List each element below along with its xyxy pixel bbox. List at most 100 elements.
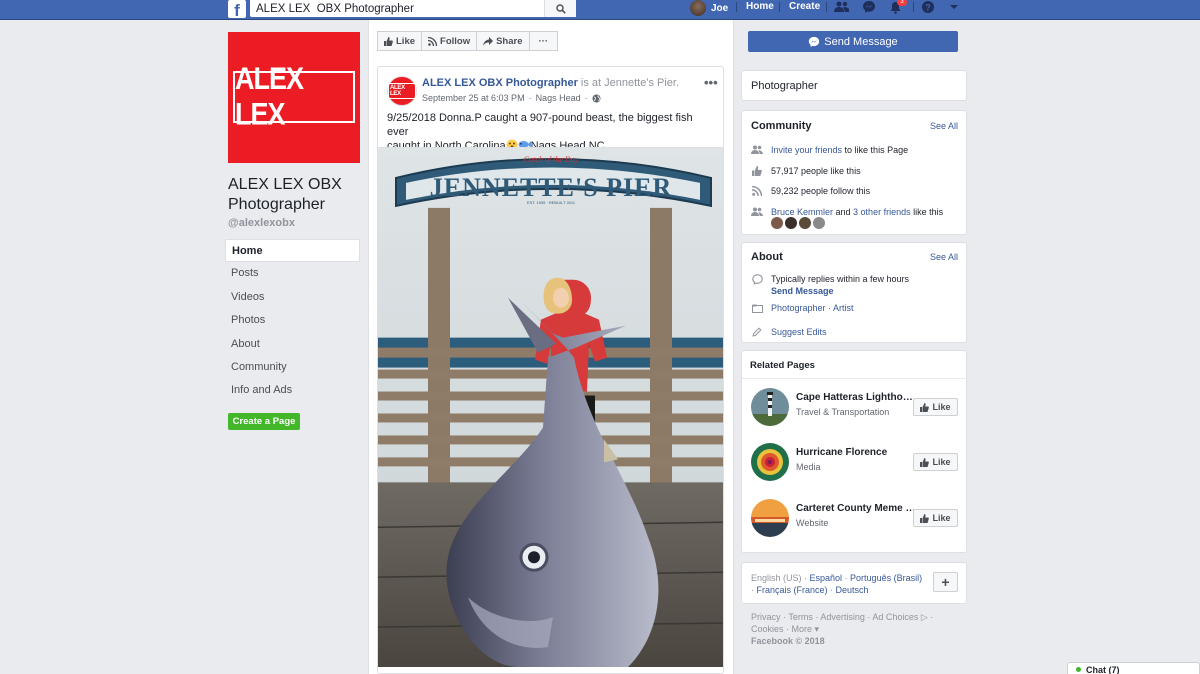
search-icon xyxy=(555,3,566,14)
messenger-icon[interactable] xyxy=(861,0,877,14)
post-author-avatar[interactable]: ALEX LEX xyxy=(387,76,417,106)
page-category: Photographer xyxy=(751,80,818,92)
nav-profile-link[interactable]: Joe xyxy=(690,0,728,16)
category-card: Photographer xyxy=(741,70,967,101)
language-link[interactable]: Deutsch xyxy=(836,585,869,595)
about-see-all-link[interactable]: See All xyxy=(930,252,958,262)
friend-avatar[interactable] xyxy=(785,217,797,229)
language-link[interactable]: Português (Brasil) xyxy=(850,573,922,583)
people-icon xyxy=(751,207,763,216)
follow-label: Follow xyxy=(440,35,471,47)
related-pages-title: Related Pages xyxy=(750,360,815,371)
chat-label: Chat (7) xyxy=(1086,665,1120,674)
search-input[interactable] xyxy=(250,0,540,17)
related-page-item: Cape Hatteras Lighthouse Travel & Transp… xyxy=(751,388,959,428)
friend-requests-icon[interactable] xyxy=(834,0,850,14)
related-page-thumb[interactable] xyxy=(751,499,789,537)
nav-create-link[interactable]: Create xyxy=(789,0,820,14)
community-see-all-link[interactable]: See All xyxy=(930,121,958,131)
category-row: Photographer · Artist xyxy=(751,302,854,314)
page-nav-videos[interactable]: Videos xyxy=(225,286,360,309)
post-author-line: ALEX LEX OBX Photographer is at Jennette… xyxy=(422,77,679,89)
related-page-thumb[interactable] xyxy=(751,388,789,426)
post-timestamp[interactable]: September 25 at 6:03 PM xyxy=(422,93,525,103)
follows-row: 59,232 people follow this xyxy=(751,185,870,197)
notifications-badge: 3 xyxy=(897,0,907,6)
related-page-thumb[interactable] xyxy=(751,443,789,481)
page-title[interactable]: ALEX LEX OBX Photographer xyxy=(228,175,368,215)
page-nav-community[interactable]: Community xyxy=(225,356,360,379)
top-bar: f Joe Home Create 3 ? xyxy=(0,0,1200,20)
page-action-bar: Like Follow Share ··· xyxy=(377,31,558,51)
search-button[interactable] xyxy=(544,0,576,17)
related-page-like-button[interactable]: Like xyxy=(913,398,958,416)
online-dot-icon xyxy=(1076,667,1081,672)
about-send-message-link[interactable]: Send Message xyxy=(771,286,834,296)
post-text-line1: 9/25/2018 Donna.P caught a 907-pound bea… xyxy=(387,112,693,138)
rss-icon xyxy=(752,186,762,196)
more-actions-button[interactable]: ··· xyxy=(528,31,558,51)
help-icon[interactable]: ? xyxy=(920,0,936,14)
page-profile-picture[interactable]: ALEX LEX xyxy=(228,32,360,163)
invite-friends-link[interactable]: Invite your friends xyxy=(771,145,842,155)
post-photo[interactable]: Catch of the Day JENNETTE'S PIER EST. 19… xyxy=(378,147,724,667)
category-links[interactable]: Photographer · Artist xyxy=(771,303,854,313)
chat-bar[interactable]: Chat (7) xyxy=(1067,662,1200,674)
page-username[interactable]: @alexlexobx xyxy=(228,217,295,229)
more-languages-button[interactable]: + xyxy=(933,572,958,592)
like-label: Like xyxy=(932,513,951,523)
related-page-item: Carteret County Meme Page Website Like xyxy=(751,499,959,539)
invite-suffix: to like this Page xyxy=(842,145,909,155)
logo-text: ALEX LEX xyxy=(235,61,304,132)
related-pages-card: Related Pages Cape Hatteras Lighthouse T… xyxy=(741,350,967,553)
related-page-name[interactable]: Cape Hatteras Lighthouse xyxy=(796,392,916,403)
suggest-edits-link[interactable]: Suggest Edits xyxy=(771,327,827,337)
friend-and-text: and xyxy=(833,207,854,217)
create-page-button[interactable]: Create a Page xyxy=(228,413,300,430)
like-label: Like xyxy=(932,457,951,467)
related-page-category: Media xyxy=(796,462,821,472)
about-title: About xyxy=(751,251,783,263)
more-icon: ··· xyxy=(538,35,549,47)
post-author-link[interactable]: ALEX LEX OBX Photographer xyxy=(422,77,578,89)
like-page-button[interactable]: Like xyxy=(377,31,423,51)
other-friends-link[interactable]: 3 other friends xyxy=(853,207,911,217)
post-location[interactable]: Nags Head xyxy=(536,93,581,103)
friend-avatar[interactable] xyxy=(771,217,783,229)
share-page-button[interactable]: Share xyxy=(476,31,530,51)
likes-count: 57,917 people like this xyxy=(771,166,861,176)
footer-line1[interactable]: Privacy · Terms · Advertising · Ad Choic… xyxy=(751,611,961,623)
post-avatar-text: ALEX LEX xyxy=(388,83,416,99)
related-page-item: Hurricane Florence Media Like xyxy=(751,443,959,483)
page-nav-posts[interactable]: Posts xyxy=(225,262,360,285)
friend-avatar[interactable] xyxy=(799,217,811,229)
related-page-like-button[interactable]: Like xyxy=(913,453,958,471)
page-nav-home[interactable]: Home xyxy=(225,239,360,263)
nav-home-link[interactable]: Home xyxy=(746,0,774,14)
send-message-label: Send Message xyxy=(824,35,898,48)
follows-count: 59,232 people follow this xyxy=(771,186,871,196)
post-options-icon[interactable]: ••• xyxy=(704,75,718,90)
language-link[interactable]: Español xyxy=(810,573,843,583)
account-menu-icon[interactable] xyxy=(946,0,962,14)
friend-avatar[interactable] xyxy=(813,217,825,229)
footer-line2[interactable]: Cookies · More ▾ xyxy=(751,623,961,635)
related-page-name[interactable]: Hurricane Florence xyxy=(796,447,916,458)
community-card: Community See All Invite your friends to… xyxy=(741,110,967,235)
svg-text:?: ? xyxy=(925,3,931,13)
related-page-category: Website xyxy=(796,518,829,528)
related-page-like-button[interactable]: Like xyxy=(913,509,958,527)
follow-page-button[interactable]: Follow xyxy=(421,31,478,51)
page-nav-photos[interactable]: Photos xyxy=(225,309,360,332)
related-page-name[interactable]: Carteret County Meme Page xyxy=(796,503,916,514)
copyright: Facebook © 2018 xyxy=(751,636,825,646)
friend-name-link[interactable]: Bruce Kemmler xyxy=(771,207,833,217)
facebook-logo-icon[interactable]: f xyxy=(228,0,246,18)
page-nav-about[interactable]: About xyxy=(225,333,360,356)
globe-icon xyxy=(592,94,601,102)
language-current: English (US) xyxy=(751,573,802,583)
send-message-button[interactable]: Send Message xyxy=(748,31,958,52)
invite-row: Invite your friends to like this Page xyxy=(751,144,908,156)
page-nav-info-ads[interactable]: Info and Ads xyxy=(225,379,360,402)
language-link[interactable]: Français (France) xyxy=(757,585,828,595)
